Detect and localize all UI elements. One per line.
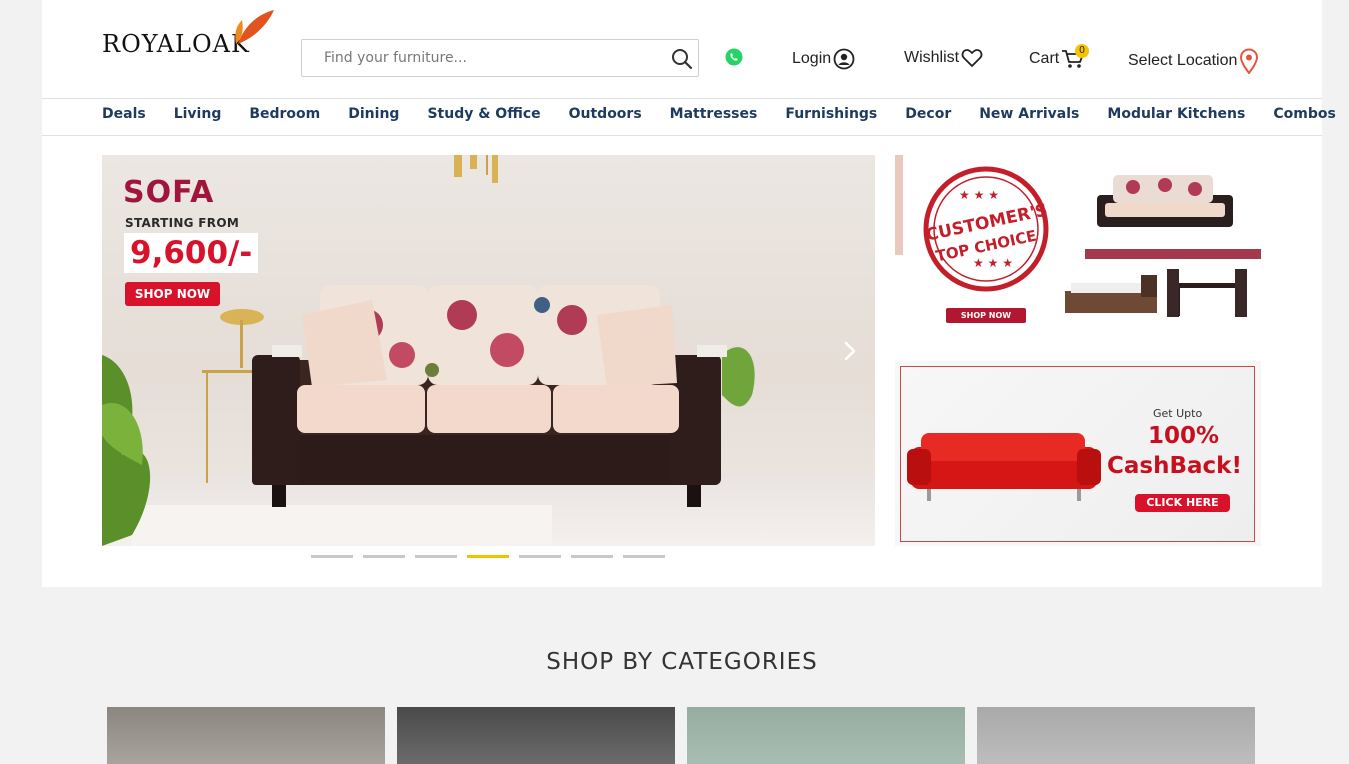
main-nav: Deals Living Bedroom Dining Study & Offi… xyxy=(102,106,1349,128)
nav-item-living[interactable]: Living xyxy=(174,106,222,128)
hero-title: SOFA xyxy=(123,175,215,210)
slider-dot[interactable] xyxy=(571,555,613,558)
slider-dot-active[interactable] xyxy=(467,555,509,558)
hero-banner[interactable]: SOFA STARTING FROM 9,600/- SHOP NOW xyxy=(102,155,875,546)
slider-dot[interactable] xyxy=(623,555,665,558)
heart-icon xyxy=(961,49,983,67)
customers-top-choice-banner[interactable]: ★ ★ ★ ★ ★ ★ CUSTOMER'S TOP CHOICE SHOP N… xyxy=(895,155,1261,341)
hero-shop-now-button[interactable]: SHOP NOW xyxy=(125,282,220,306)
search-icon xyxy=(672,49,693,70)
wishlist-label: Wishlist xyxy=(904,49,960,66)
nav-item-decor[interactable]: Decor xyxy=(905,106,951,128)
nav-item-dining[interactable]: Dining xyxy=(348,106,399,128)
nav-item-combos[interactable]: Combos xyxy=(1273,106,1335,128)
svg-text:★ ★ ★: ★ ★ ★ xyxy=(973,256,1013,270)
cashback-get-upto: Get Upto xyxy=(1153,407,1203,420)
sofa-illustration xyxy=(102,155,755,546)
location-label: Select Location xyxy=(1128,52,1238,69)
royaloak-logo[interactable]: ROYALOAK xyxy=(102,8,282,68)
header-divider xyxy=(42,98,1322,99)
category-card[interactable] xyxy=(977,707,1255,764)
nav-item-furnishings[interactable]: Furnishings xyxy=(785,106,877,128)
whatsapp-icon[interactable] xyxy=(725,48,743,66)
search-button[interactable] xyxy=(670,47,694,71)
cashback-frame: Get Upto 100% CashBack! CLICK HERE xyxy=(900,366,1255,542)
cart-count-badge: 0 xyxy=(1075,44,1089,58)
search-input[interactable] xyxy=(302,40,652,76)
nav-item-deals[interactable]: Deals xyxy=(102,106,146,128)
categories-title: SHOP BY CATEGORIES xyxy=(546,649,818,675)
nav-item-new-arrivals[interactable]: New Arrivals xyxy=(979,106,1079,128)
category-card[interactable] xyxy=(107,707,385,764)
wishlist-link[interactable]: Wishlist xyxy=(904,48,983,68)
nav-item-study-office[interactable]: Study & Office xyxy=(427,106,540,128)
nav-item-outdoors[interactable]: Outdoors xyxy=(569,106,642,128)
hero-subtitle: STARTING FROM xyxy=(125,216,240,230)
svg-text:★ ★ ★: ★ ★ ★ xyxy=(959,188,999,202)
slider-dot[interactable] xyxy=(363,555,405,558)
hero-price: 9,600/- xyxy=(124,233,259,273)
slider-dot[interactable] xyxy=(311,555,353,558)
location-pin-icon xyxy=(1240,48,1259,74)
category-card[interactable] xyxy=(397,707,675,764)
cashback-click-here-button[interactable]: CLICK HERE xyxy=(1135,494,1230,512)
slider-dot[interactable] xyxy=(519,555,561,558)
cashback-banner[interactable]: Get Upto 100% CashBack! CLICK HERE xyxy=(895,361,1261,546)
login-link[interactable]: Login xyxy=(792,48,855,70)
logo-text: ROYALOAK xyxy=(102,30,250,58)
user-icon xyxy=(833,48,855,70)
search-box xyxy=(301,39,699,77)
nav-item-mattresses[interactable]: Mattresses xyxy=(670,106,758,128)
category-card[interactable] xyxy=(687,707,965,764)
leaf-logo-icon xyxy=(235,10,274,44)
cart-link[interactable]: Cart 0 xyxy=(1029,44,1089,70)
page: ROYALOAK Login Wishlist xyxy=(42,0,1336,764)
top-choice-shop-now-button[interactable]: SHOP NOW xyxy=(946,308,1026,323)
slider-dot[interactable] xyxy=(415,555,457,558)
shop-by-categories-section: SHOP BY CATEGORIES xyxy=(42,587,1322,764)
cart-label: Cart xyxy=(1029,50,1060,67)
chevron-right-icon[interactable] xyxy=(840,338,860,364)
select-location[interactable]: Select Location xyxy=(1128,48,1259,74)
nav-divider xyxy=(42,135,1322,136)
cashback-percent: 100% xyxy=(1148,423,1220,449)
login-label: Login xyxy=(792,50,832,67)
slider-dots xyxy=(311,555,665,558)
nav-item-modular-kitchens[interactable]: Modular Kitchens xyxy=(1107,106,1245,128)
cashback-title: CashBack! xyxy=(1107,453,1242,479)
nav-item-bedroom[interactable]: Bedroom xyxy=(249,106,320,128)
